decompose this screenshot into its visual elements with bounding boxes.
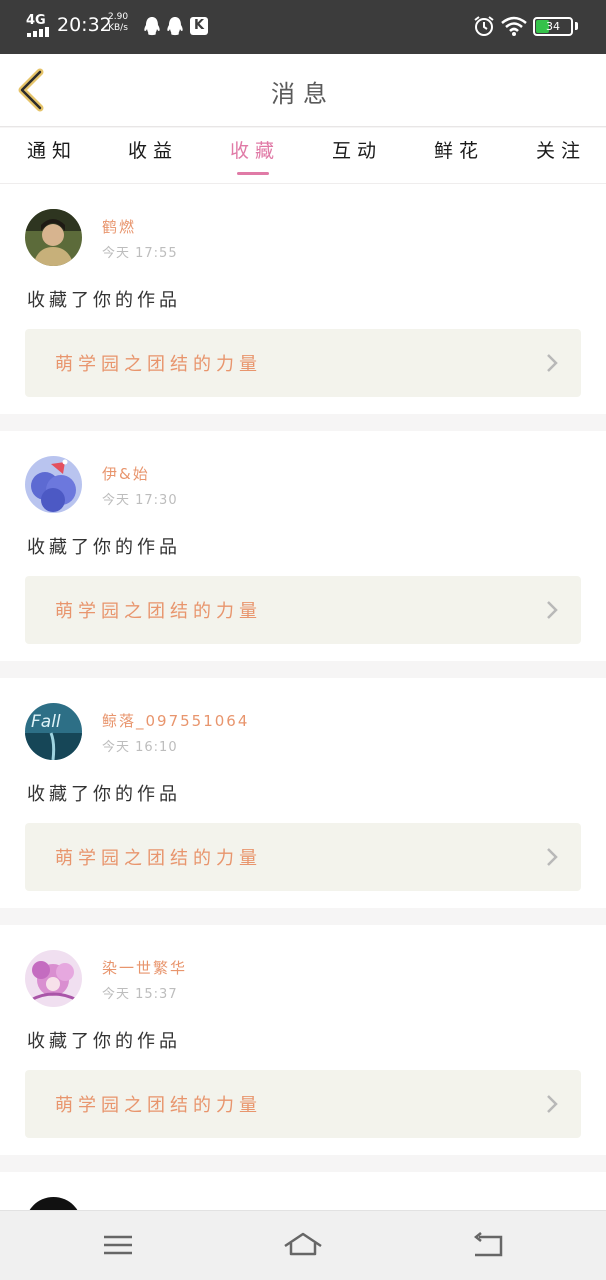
tab-indicator xyxy=(237,172,269,175)
avatar[interactable] xyxy=(25,950,82,1007)
svg-text:Fall: Fall xyxy=(31,712,61,732)
action-text: 收藏了你的作品 xyxy=(27,537,181,558)
chevron-right-icon xyxy=(547,1095,558,1113)
avatar[interactable] xyxy=(25,456,82,513)
timestamp: 今天 17:30 xyxy=(102,493,178,508)
k-app-icon: K xyxy=(190,17,208,35)
tab-interactions[interactable]: 互动 xyxy=(315,136,399,176)
back-icon[interactable] xyxy=(467,1228,507,1262)
tab-bar: 通知 收益 收藏 互动 鲜花 关注 xyxy=(0,128,606,184)
clock: 20:32 xyxy=(57,14,112,36)
signal-icon xyxy=(27,27,51,37)
qq-icon xyxy=(144,17,160,36)
username[interactable]: 染一世繁华 xyxy=(102,957,187,978)
avatar[interactable] xyxy=(25,209,82,266)
message-card: 鹤燃 今天 17:55 收藏了你的作品 萌学园之团结的力量 xyxy=(0,184,606,414)
message-card: 染一世繁华 今天 15:37 收藏了你的作品 萌学园之团结的力量 xyxy=(0,925,606,1155)
menu-icon[interactable] xyxy=(98,1228,138,1262)
chevron-right-icon xyxy=(547,848,558,866)
work-link[interactable]: 萌学园之团结的力量 xyxy=(25,1070,581,1138)
work-link[interactable]: 萌学园之团结的力量 xyxy=(25,329,581,397)
action-text: 收藏了你的作品 xyxy=(27,1031,181,1052)
tab-notifications[interactable]: 通知 xyxy=(10,136,94,176)
speed-value: 2.90 xyxy=(108,12,129,22)
speed-unit: KB/s xyxy=(108,23,128,33)
work-title: 萌学园之团结的力量 xyxy=(55,1095,262,1116)
chevron-right-icon xyxy=(547,354,558,372)
work-title: 萌学园之团结的力量 xyxy=(55,848,262,869)
page-title: 消息 xyxy=(271,80,335,108)
message-card-partial xyxy=(0,1172,606,1212)
work-title: 萌学园之团结的力量 xyxy=(55,601,262,622)
chevron-right-icon xyxy=(547,601,558,619)
header: 消息 xyxy=(0,54,606,127)
alarm-icon xyxy=(474,16,494,36)
home-icon[interactable] xyxy=(283,1228,323,1262)
tab-favorites[interactable]: 收藏 xyxy=(213,136,297,176)
work-link[interactable]: 萌学园之团结的力量 xyxy=(25,576,581,644)
username[interactable]: 鲸落_097551064 xyxy=(102,710,249,731)
timestamp: 今天 16:10 xyxy=(102,740,178,755)
message-card: 伊&始 今天 17:30 收藏了你的作品 萌学园之团结的力量 xyxy=(0,431,606,661)
wifi-icon xyxy=(501,16,527,36)
timestamp: 今天 15:37 xyxy=(102,987,178,1002)
system-nav-bar xyxy=(0,1210,606,1280)
username[interactable]: 鹤燃 xyxy=(102,216,136,237)
status-bar: 4G 20:32 2.90 KB/s K 34 xyxy=(0,0,606,54)
action-text: 收藏了你的作品 xyxy=(27,784,181,805)
timestamp: 今天 17:55 xyxy=(102,246,178,261)
work-title: 萌学园之团结的力量 xyxy=(55,354,262,375)
work-link[interactable]: 萌学园之团结的力量 xyxy=(25,823,581,891)
network-speed: 2.90 KB/s xyxy=(108,12,128,34)
qq-icon xyxy=(167,17,183,36)
message-card: Fall 鲸落_097551064 今天 16:10 收藏了你的作品 萌学园之团… xyxy=(0,678,606,908)
tab-flowers[interactable]: 鲜花 xyxy=(417,136,501,176)
avatar[interactable]: Fall xyxy=(25,703,82,760)
tab-follows[interactable]: 关注 xyxy=(519,136,603,176)
username[interactable]: 伊&始 xyxy=(102,463,150,484)
action-text: 收藏了你的作品 xyxy=(27,290,181,311)
battery-icon: 34 xyxy=(533,17,573,36)
network-type: 4G xyxy=(26,13,46,28)
battery-level: 34 xyxy=(546,20,560,33)
tab-earnings[interactable]: 收益 xyxy=(111,136,195,176)
